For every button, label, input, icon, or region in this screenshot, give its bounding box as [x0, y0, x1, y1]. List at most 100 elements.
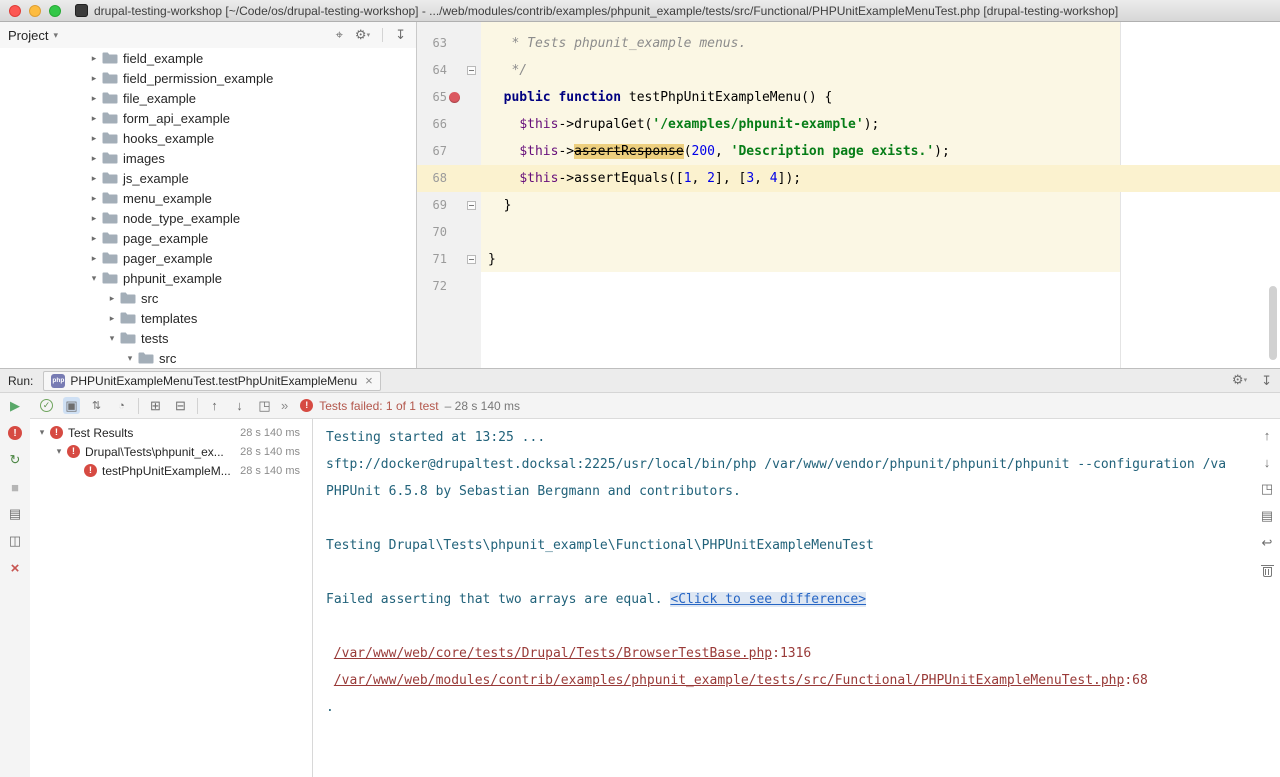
import-test-results-icon[interactable]: ◳: [256, 397, 273, 414]
editor[interactable]: 63 * Tests phpunit_example menus.64 */65…: [417, 22, 1280, 368]
code-text: $this->assertResponse(200, 'Description …: [481, 138, 950, 165]
chevron-right-icon[interactable]: ▸: [88, 53, 100, 64]
gear-icon[interactable]: ⚙▾: [355, 27, 370, 44]
chevron-right-icon[interactable]: ▸: [106, 293, 118, 304]
editor-line[interactable]: 72: [417, 273, 1280, 300]
project-tree-item[interactable]: ▸ form_api_example: [0, 108, 416, 128]
editor-line[interactable]: 69 }: [417, 192, 1280, 219]
pin-tab-button[interactable]: ◫: [7, 533, 23, 549]
more-actions-icon[interactable]: »: [281, 398, 288, 413]
console-icon[interactable]: ▣: [63, 397, 80, 414]
test-tree-item[interactable]: !testPhpUnitExampleM...28 s 140 ms: [30, 461, 312, 480]
chevron-right-icon[interactable]: ▸: [88, 193, 100, 204]
tree-item-label: form_api_example: [123, 111, 230, 126]
gear-icon[interactable]: ⚙▾: [1232, 372, 1247, 389]
down-stack-trace-icon[interactable]: ↓: [1259, 454, 1275, 470]
close-button[interactable]: ×: [7, 560, 23, 576]
stop-button[interactable]: ■: [7, 479, 23, 495]
project-tree-item[interactable]: ▸node_type_example: [0, 208, 416, 228]
failed-test-marker-icon[interactable]: [449, 92, 460, 103]
editor-line[interactable]: 65 public function testPhpUnitExampleMen…: [417, 84, 1280, 111]
expand-all-icon[interactable]: ⊞: [147, 397, 164, 414]
project-tree-item[interactable]: ▸pager_example: [0, 248, 416, 268]
export-icon[interactable]: ◳: [1259, 481, 1275, 497]
project-tree-item[interactable]: ▸menu_example: [0, 188, 416, 208]
minimize-window-button[interactable]: [29, 5, 41, 17]
test-tree-item[interactable]: ▾!Drupal\Tests\phpunit_ex...28 s 140 ms: [30, 442, 312, 461]
project-tree-item[interactable]: ▾tests: [0, 328, 416, 348]
file-link[interactable]: /var/www/web/core/tests/Drupal/Tests/Bro…: [334, 646, 772, 661]
rerun-button[interactable]: ▶: [7, 398, 23, 414]
chevron-right-icon[interactable]: ▸: [88, 173, 100, 184]
toggle-auto-test-button[interactable]: ↻: [7, 452, 23, 468]
project-tree-item[interactable]: ▸ images: [0, 148, 416, 168]
project-tree-item[interactable]: ▸templates: [0, 308, 416, 328]
project-tree-item[interactable]: ▸src: [0, 288, 416, 308]
collapse-all-icon[interactable]: ⊟: [172, 397, 189, 414]
fold-icon[interactable]: [467, 201, 476, 210]
restore-layout-button[interactable]: ▤: [7, 506, 23, 522]
chevron-down-icon[interactable]: ▾: [53, 30, 58, 41]
project-tree-item[interactable]: ▸page_example: [0, 228, 416, 248]
chevron-down-icon[interactable]: ▾: [88, 273, 100, 284]
locate-file-icon[interactable]: ⌖: [336, 27, 343, 43]
sort-by-duration-icon[interactable]: ◔: [113, 397, 130, 414]
chevron-down-icon[interactable]: ▾: [36, 427, 48, 438]
chevron-right-icon[interactable]: ▸: [88, 93, 100, 104]
hide-tool-window-icon[interactable]: ↧: [1261, 373, 1272, 389]
file-link[interactable]: /var/www/web/modules/contrib/examples/ph…: [334, 673, 1125, 688]
chevron-right-icon[interactable]: ▸: [88, 233, 100, 244]
fold-icon[interactable]: [467, 255, 476, 264]
previous-failed-test-icon[interactable]: ↑: [206, 397, 223, 414]
test-tree-item[interactable]: ▾!Test Results28 s 140 ms: [30, 423, 312, 442]
hide-panel-icon[interactable]: ↧: [395, 27, 406, 43]
project-panel: Project ▾ ⌖ ⚙▾ ↧ ▸field_example▸field_pe…: [0, 22, 417, 368]
up-stack-trace-icon[interactable]: ↑: [1259, 427, 1275, 443]
print-icon[interactable]: ▤: [1259, 508, 1275, 524]
chevron-right-icon[interactable]: ▸: [88, 153, 100, 164]
console-text: Failed asserting that two arrays are equ…: [326, 592, 670, 607]
zoom-window-button[interactable]: [49, 5, 61, 17]
fold-icon[interactable]: [467, 66, 476, 75]
chevron-down-icon[interactable]: ▾: [53, 446, 65, 457]
clear-console-icon[interactable]: [1259, 562, 1275, 578]
project-tree-item[interactable]: ▸file_example: [0, 88, 416, 108]
project-tree-item[interactable]: ▾phpunit_example: [0, 268, 416, 288]
soft-wrap-icon[interactable]: ↩: [1259, 535, 1275, 551]
tree-item-label: images: [123, 151, 165, 166]
chevron-right-icon[interactable]: ▸: [88, 113, 100, 124]
chevron-right-icon[interactable]: ▸: [88, 73, 100, 84]
close-tab-icon[interactable]: ×: [365, 373, 373, 388]
chevron-down-icon[interactable]: ▾: [106, 333, 118, 344]
close-window-button[interactable]: [9, 5, 21, 17]
diff-link[interactable]: <Click to see difference>: [670, 592, 866, 607]
project-tree-item[interactable]: ▸field_permission_example: [0, 68, 416, 88]
editor-line[interactable]: 70: [417, 219, 1280, 246]
project-tree-item[interactable]: ▸hooks_example: [0, 128, 416, 148]
editor-line[interactable]: 71}: [417, 246, 1280, 273]
code-text: $this->drupalGet('/examples/phpunit-exam…: [481, 111, 879, 138]
editor-line[interactable]: 64 */: [417, 57, 1280, 84]
editor-line[interactable]: 66 $this->drupalGet('/examples/phpunit-e…: [417, 111, 1280, 138]
project-tree-item[interactable]: ▾src: [0, 348, 416, 368]
chevron-down-icon[interactable]: ▾: [124, 353, 136, 364]
code-text: [481, 273, 488, 300]
editor-line[interactable]: 68 $this->assertEquals([1, 2], [3, 4]);: [417, 165, 1280, 192]
next-failed-test-icon[interactable]: ↓: [231, 397, 248, 414]
chevron-right-icon[interactable]: ▸: [106, 313, 118, 324]
show-passed-icon[interactable]: ✓: [38, 397, 55, 414]
chevron-right-icon[interactable]: ▸: [88, 253, 100, 264]
rerun-failed-tests-button[interactable]: !: [7, 425, 23, 441]
editor-line[interactable]: 63 * Tests phpunit_example menus.: [417, 30, 1280, 57]
console[interactable]: Testing started at 13:25 ...sftp://docke…: [313, 419, 1254, 777]
editor-scrollbar[interactable]: [1269, 286, 1277, 360]
project-panel-title[interactable]: Project: [8, 28, 48, 43]
project-tree-item[interactable]: ▸field_example: [0, 48, 416, 68]
sort-alphabetically-icon[interactable]: ⇅: [88, 397, 105, 414]
chevron-right-icon[interactable]: ▸: [88, 133, 100, 144]
editor-line[interactable]: 67 $this->assertResponse(200, 'Descripti…: [417, 138, 1280, 165]
gutter-cell: 68: [417, 165, 481, 192]
run-tab[interactable]: php PHPUnitExampleMenuTest.testPhpUnitEx…: [43, 371, 380, 391]
project-tree-item[interactable]: ▸js_example: [0, 168, 416, 188]
chevron-right-icon[interactable]: ▸: [88, 213, 100, 224]
